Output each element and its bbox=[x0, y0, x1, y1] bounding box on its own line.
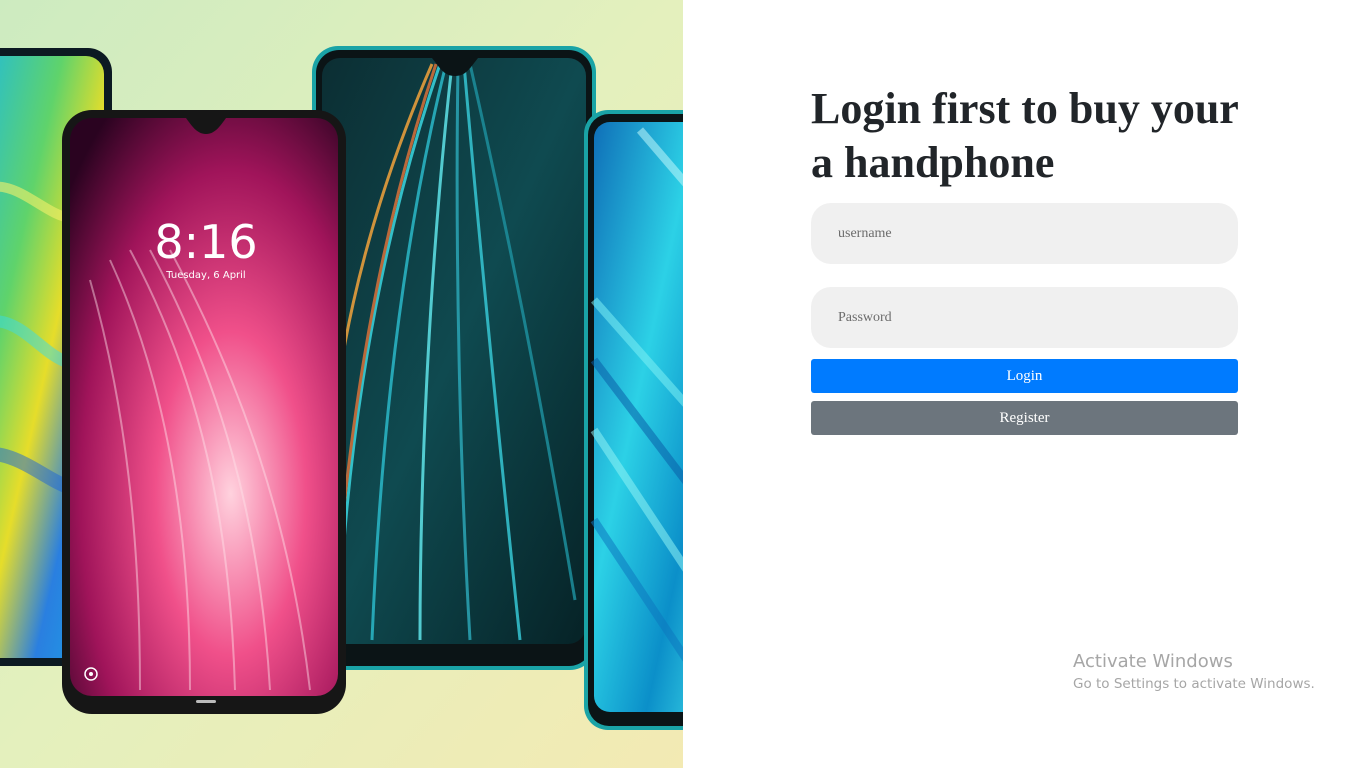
page-title: Login first to buy your a handphone bbox=[811, 84, 1239, 187]
lockscreen-date: Tuesday, 6 April bbox=[165, 270, 245, 281]
watermark-title: Activate Windows bbox=[1073, 651, 1233, 672]
username-input[interactable] bbox=[811, 203, 1238, 264]
login-button[interactable]: Login bbox=[811, 359, 1238, 393]
lockscreen-time: 8:16 bbox=[154, 215, 257, 269]
watermark-subtitle: Go to Settings to activate Windows. bbox=[1073, 676, 1315, 692]
windows-activation-watermark: Activate Windows Go to Settings to activ… bbox=[1073, 650, 1315, 694]
register-button[interactable]: Register bbox=[811, 401, 1238, 435]
login-page: 8:16 Tuesday, 6 April Login first to buy… bbox=[0, 0, 1366, 768]
hero-phones-image: 8:16 Tuesday, 6 April bbox=[0, 0, 683, 768]
password-input[interactable] bbox=[811, 287, 1238, 348]
